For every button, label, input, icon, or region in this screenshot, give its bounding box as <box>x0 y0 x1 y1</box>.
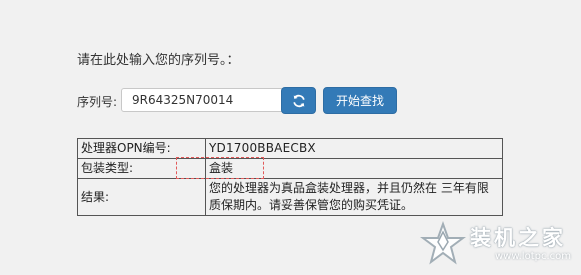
serial-input[interactable] <box>121 88 285 112</box>
watermark-title: 装机之家 <box>470 226 566 250</box>
result-table: 处理器OPN编号: YD1700BBAECBX 包装类型: 盒装 结果: 您的处… <box>77 138 503 216</box>
watermark-url: www.lotpc.com <box>495 251 571 262</box>
opn-value: YD1700BBAECBX <box>205 138 503 159</box>
table-row: 处理器OPN编号: YD1700BBAECBX <box>77 138 503 159</box>
table-row: 包装类型: 盒装 <box>77 158 503 179</box>
table-row: 结果: 您的处理器为真品盒装处理器，并且仍然在 三年有限质保期内。请妥善保管您的… <box>77 178 503 216</box>
result-value: 您的处理器为真品盒装处理器，并且仍然在 三年有限质保期内。请妥善保管您的购买凭证… <box>205 178 503 216</box>
serial-prompt: 请在此处输入您的序列号。： <box>77 53 240 68</box>
refresh-icon <box>292 94 305 107</box>
package-type-label: 包装类型: <box>77 158 206 179</box>
package-type-value: 盒装 <box>205 158 503 179</box>
serial-label: 序列号: <box>77 95 118 109</box>
result-label: 结果: <box>77 178 206 216</box>
watermark-logo-icon <box>420 221 466 265</box>
start-search-button[interactable]: 开始查找 <box>323 87 397 114</box>
refresh-button[interactable] <box>281 87 316 114</box>
opn-label: 处理器OPN编号: <box>77 138 206 159</box>
watermark: 装机之家 www.lotpc.com <box>418 218 578 270</box>
